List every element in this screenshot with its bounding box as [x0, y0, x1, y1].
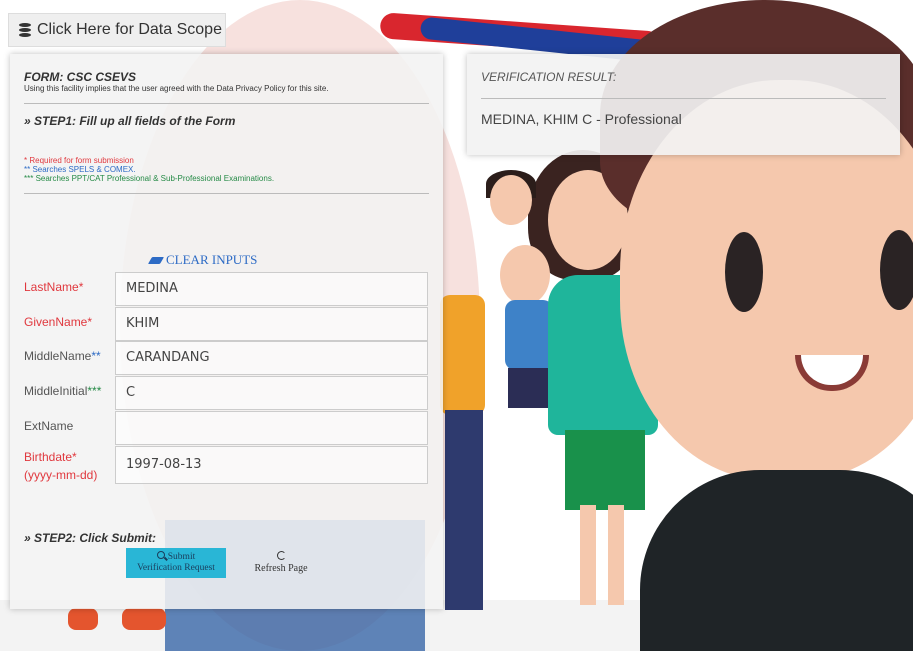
- note-required: * Required for form submission: [24, 156, 134, 165]
- form-panel: FORM: CSC CSEVS Using this facility impl…: [10, 54, 443, 609]
- middlename-input[interactable]: CARANDANG: [115, 341, 428, 375]
- privacy-note: Using this facility implies that the use…: [24, 84, 329, 93]
- verification-result-panel: VERIFICATION RESULT: MEDINA, KHIM C - Pr…: [467, 54, 900, 155]
- step2-heading: » STEP2: Click Submit:: [24, 531, 157, 545]
- givenname-input[interactable]: KHIM: [115, 307, 428, 341]
- note-ppt: *** Searches PPT/CAT Professional & Sub-…: [24, 174, 275, 183]
- middlename-label: MiddleName**: [24, 349, 101, 363]
- middleinitial-label: MiddleInitial***: [24, 384, 102, 398]
- result-title: VERIFICATION RESULT:: [481, 70, 617, 84]
- givenname-row: GivenName* KHIM: [24, 307, 434, 342]
- givenname-label: GivenName*: [24, 315, 93, 329]
- lastname-label: LastName*: [24, 280, 84, 294]
- middlename-row: MiddleName** CARANDANG: [24, 341, 434, 376]
- note-spels: ** Searches SPELS & COMEX.: [24, 165, 136, 174]
- result-value: MEDINA, KHIM C - Professional: [481, 111, 682, 127]
- divider: [481, 98, 886, 99]
- refresh-icon: [276, 551, 286, 560]
- clear-inputs-link[interactable]: CLEAR INPUTS: [147, 252, 258, 268]
- submit-verification-button[interactable]: Submit Verification Request: [126, 548, 226, 578]
- divider: [24, 193, 429, 194]
- eraser-icon: [147, 256, 165, 264]
- clear-inputs-label: CLEAR INPUTS: [166, 252, 258, 267]
- extname-input[interactable]: [115, 411, 428, 445]
- database-icon: [19, 23, 31, 37]
- search-icon: [156, 551, 165, 559]
- birthdate-label: Birthdate* (yyyy-mm-dd): [24, 450, 98, 482]
- data-scope-label: Click Here for Data Scope: [37, 21, 222, 38]
- middleinitial-input[interactable]: C: [115, 376, 428, 410]
- lastname-input[interactable]: MEDINA: [115, 272, 428, 306]
- extname-label: ExtName: [24, 419, 74, 433]
- refresh-page-button[interactable]: Refresh Page: [246, 551, 316, 577]
- lastname-row: LastName* MEDINA: [24, 272, 434, 307]
- step1-heading: » STEP1: Fill up all fields of the Form: [24, 114, 236, 128]
- extname-row: ExtName: [24, 411, 434, 446]
- divider: [24, 103, 429, 104]
- birthdate-row: Birthdate* (yyyy-mm-dd) 1997-08-13: [24, 446, 434, 486]
- data-scope-button[interactable]: Click Here for Data Scope: [8, 13, 226, 47]
- birthdate-input[interactable]: 1997-08-13: [115, 446, 428, 484]
- middleinitial-row: MiddleInitial*** C: [24, 376, 434, 411]
- form-title: FORM: CSC CSEVS: [24, 70, 137, 84]
